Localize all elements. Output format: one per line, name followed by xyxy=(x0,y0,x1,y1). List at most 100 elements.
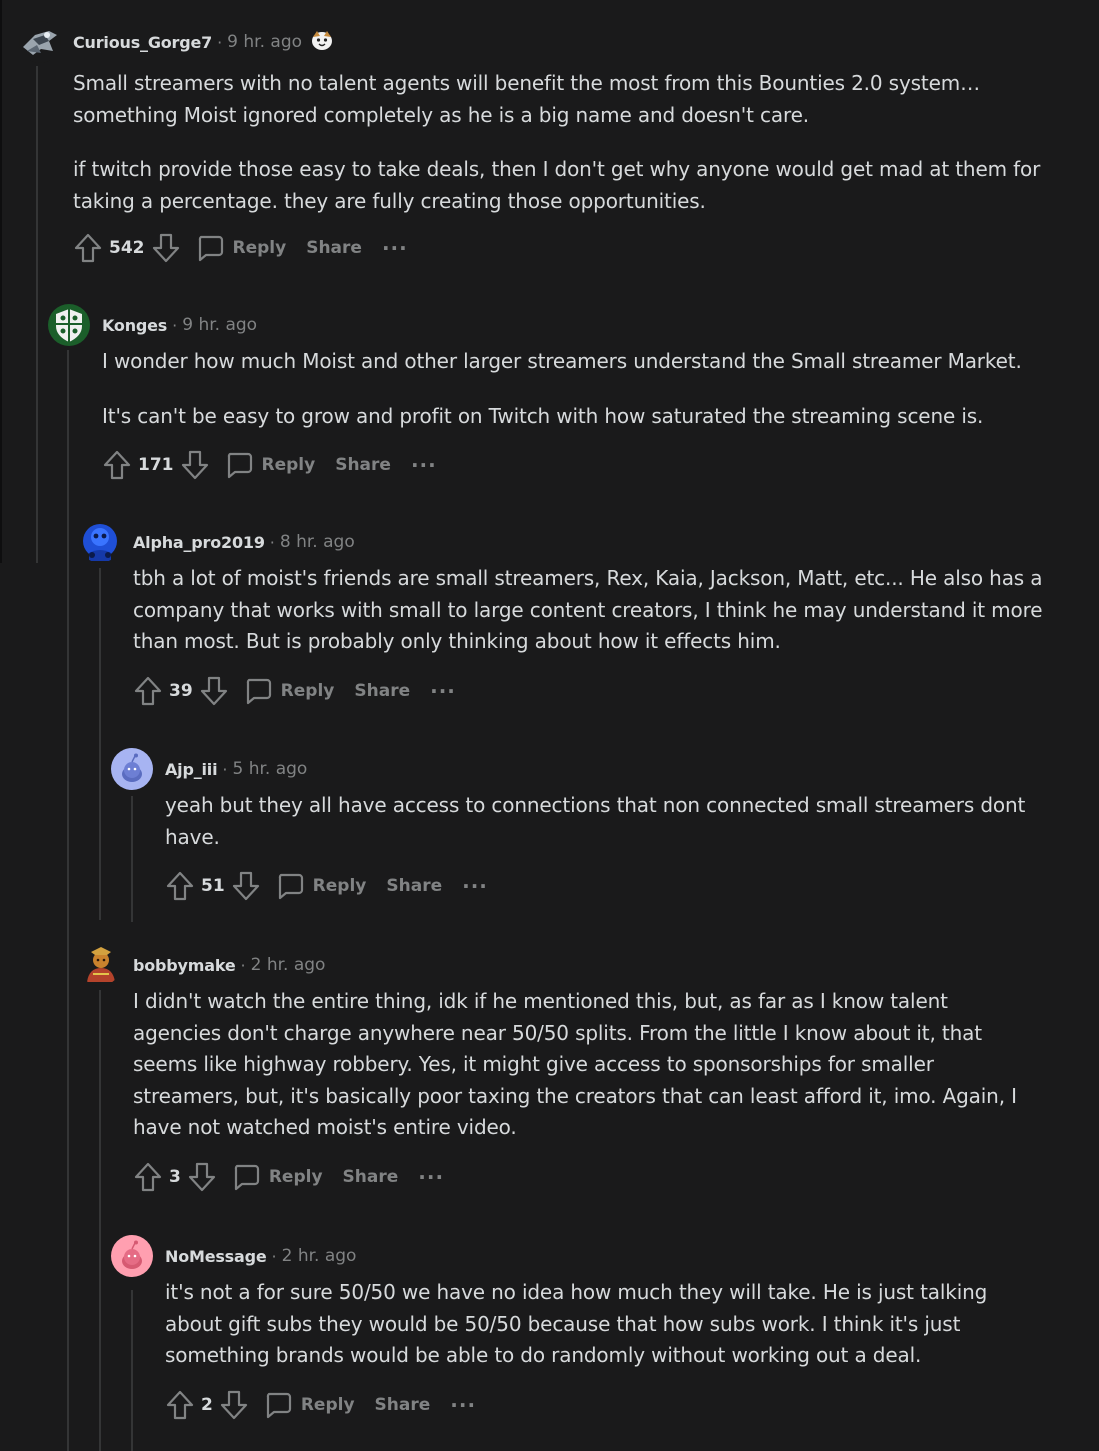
downvote-icon[interactable] xyxy=(231,870,261,902)
comment-paragraph: it's not a for sure 50/50 we have no ide… xyxy=(165,1280,988,1367)
comment-body: tbh a lot of moist's friends are small s… xyxy=(133,563,1048,658)
comment: Curious_Gorge7 · 9 hr. ago Small streame… xyxy=(19,21,1079,268)
comment-header: Curious_Gorge7 · 9 hr. ago xyxy=(19,21,1079,63)
comment-time[interactable]: 2 hr. ago xyxy=(282,1246,357,1266)
comment-header: NoMessage · 2 hr. ago xyxy=(111,1235,1079,1277)
share-button[interactable]: Share xyxy=(386,876,442,896)
vote-score: 171 xyxy=(138,455,174,475)
reply-label: Reply xyxy=(268,1166,323,1187)
upvote-icon[interactable] xyxy=(102,449,132,481)
more-options-icon[interactable]: ··· xyxy=(462,876,488,896)
comment-time[interactable]: 9 hr. ago xyxy=(182,315,257,335)
comment-body: it's not a for sure 50/50 we have no ide… xyxy=(165,1277,1045,1372)
downvote-icon[interactable] xyxy=(151,232,181,264)
separator-dot: · xyxy=(217,32,223,52)
avatar[interactable] xyxy=(111,748,153,790)
comment: bobbymake · 2 hr. ago I didn't watch the… xyxy=(79,944,1079,1197)
reply-bubble-icon xyxy=(266,1392,291,1418)
vote-score: 39 xyxy=(169,680,193,701)
comment-author[interactable]: Curious_Gorge7 xyxy=(73,33,212,52)
award-icon[interactable] xyxy=(310,29,334,56)
comment-actions: 39 Reply Share ··· xyxy=(133,671,1079,711)
separator-dot: · xyxy=(222,759,228,779)
share-button[interactable]: Share xyxy=(354,681,410,701)
reply-label: Reply xyxy=(280,680,335,701)
share-button[interactable]: Share xyxy=(375,1395,431,1415)
upvote-icon[interactable] xyxy=(73,232,103,264)
comment-actions: 51 Reply Share ··· xyxy=(165,866,1079,906)
comment: NoMessage · 2 hr. ago it's not a for sur… xyxy=(111,1235,1079,1425)
downvote-icon[interactable] xyxy=(199,675,229,707)
comment-time[interactable]: 5 hr. ago xyxy=(232,759,307,779)
comment-header: Ajp_iii · 5 hr. ago xyxy=(111,748,1079,790)
more-options-icon[interactable]: ··· xyxy=(411,455,437,475)
downvote-icon[interactable] xyxy=(219,1389,249,1421)
comment-header: Alpha_pro2019 · 8 hr. ago xyxy=(79,521,1079,563)
reply-bubble-icon xyxy=(278,873,303,900)
comment: Konges · 9 hr. ago I wonder how much Moi… xyxy=(48,304,1079,485)
upvote-icon[interactable] xyxy=(165,870,195,902)
vote-score: 542 xyxy=(109,238,145,258)
reply-label: Reply xyxy=(232,238,287,258)
comment-author[interactable]: Konges xyxy=(102,316,167,335)
reply-button[interactable]: Reply xyxy=(243,676,335,706)
share-button[interactable]: Share xyxy=(306,238,362,258)
separator-dot: · xyxy=(240,955,246,975)
avatar[interactable] xyxy=(111,1235,153,1277)
comment-paragraph: tbh a lot of moist's friends are small s… xyxy=(133,566,1043,653)
comment-paragraph: It's can't be easy to grow and profit on… xyxy=(102,403,984,428)
separator-dot: · xyxy=(271,1246,277,1266)
comment-actions: 2 Reply Share ··· xyxy=(165,1385,1079,1425)
reply-label: Reply xyxy=(261,455,316,475)
reply-button[interactable]: Reply xyxy=(224,450,316,480)
vote-score: 3 xyxy=(169,1166,181,1187)
reply-button[interactable]: Reply xyxy=(275,871,367,901)
upvote-icon[interactable] xyxy=(165,1389,195,1421)
comment-paragraph: yeah but they all have access to connect… xyxy=(165,793,1026,849)
separator-dot: · xyxy=(269,532,275,552)
thread-line-2[interactable] xyxy=(67,350,69,1451)
vote-score: 2 xyxy=(201,1394,213,1415)
comment-paragraph: I didn't watch the entire thing, idk if … xyxy=(133,989,1017,1139)
comment-author[interactable]: Alpha_pro2019 xyxy=(133,533,265,552)
comment-header: bobbymake · 2 hr. ago xyxy=(79,944,1079,986)
avatar[interactable] xyxy=(48,304,90,346)
reply-bubble-icon xyxy=(246,678,271,704)
downvote-icon[interactable] xyxy=(187,1161,217,1193)
vote-score: 51 xyxy=(201,876,225,896)
comment-author[interactable]: bobbymake xyxy=(133,956,236,975)
upvote-icon[interactable] xyxy=(133,675,163,707)
comment-time[interactable]: 8 hr. ago xyxy=(280,532,355,552)
more-options-icon[interactable]: ··· xyxy=(450,1395,476,1415)
reply-label: Reply xyxy=(312,876,367,896)
more-options-icon[interactable]: ··· xyxy=(430,681,456,701)
comment-body: yeah but they all have access to connect… xyxy=(165,790,1045,853)
comment-body: Small streamers with no talent agents wi… xyxy=(73,68,1053,217)
comment-time[interactable]: 2 hr. ago xyxy=(251,955,326,975)
upvote-icon[interactable] xyxy=(133,1161,163,1193)
comment-time[interactable]: 9 hr. ago xyxy=(227,32,302,52)
comment-body: I wonder how much Moist and other larger… xyxy=(102,346,1062,432)
more-options-icon[interactable]: ··· xyxy=(382,238,408,258)
comment: Alpha_pro2019 · 8 hr. ago tbh a lot of m… xyxy=(79,521,1079,711)
comment-paragraph: I wonder how much Moist and other larger… xyxy=(102,349,1022,373)
reply-button[interactable]: Reply xyxy=(263,1390,355,1420)
reply-button[interactable]: Reply xyxy=(231,1162,323,1192)
share-button[interactable]: Share xyxy=(343,1167,399,1187)
avatar[interactable] xyxy=(19,21,61,63)
downvote-icon[interactable] xyxy=(180,449,210,481)
reply-button[interactable]: Reply xyxy=(195,233,287,263)
reply-label: Reply xyxy=(300,1394,355,1415)
comment-actions: 3 Reply Share ··· xyxy=(133,1157,1079,1197)
comment: Ajp_iii · 5 hr. ago yeah but they all ha… xyxy=(111,748,1079,906)
more-options-icon[interactable]: ··· xyxy=(418,1167,444,1187)
avatar[interactable] xyxy=(79,521,121,563)
comment-author[interactable]: Ajp_iii xyxy=(165,760,218,779)
separator-dot: · xyxy=(172,315,178,335)
comment-paragraph: if twitch provide those easy to take dea… xyxy=(73,157,1041,213)
comment-header: Konges · 9 hr. ago xyxy=(48,304,1079,346)
comment-author[interactable]: NoMessage xyxy=(165,1247,267,1266)
share-button[interactable]: Share xyxy=(335,455,391,475)
reply-bubble-icon xyxy=(198,235,223,262)
avatar[interactable] xyxy=(79,944,121,986)
